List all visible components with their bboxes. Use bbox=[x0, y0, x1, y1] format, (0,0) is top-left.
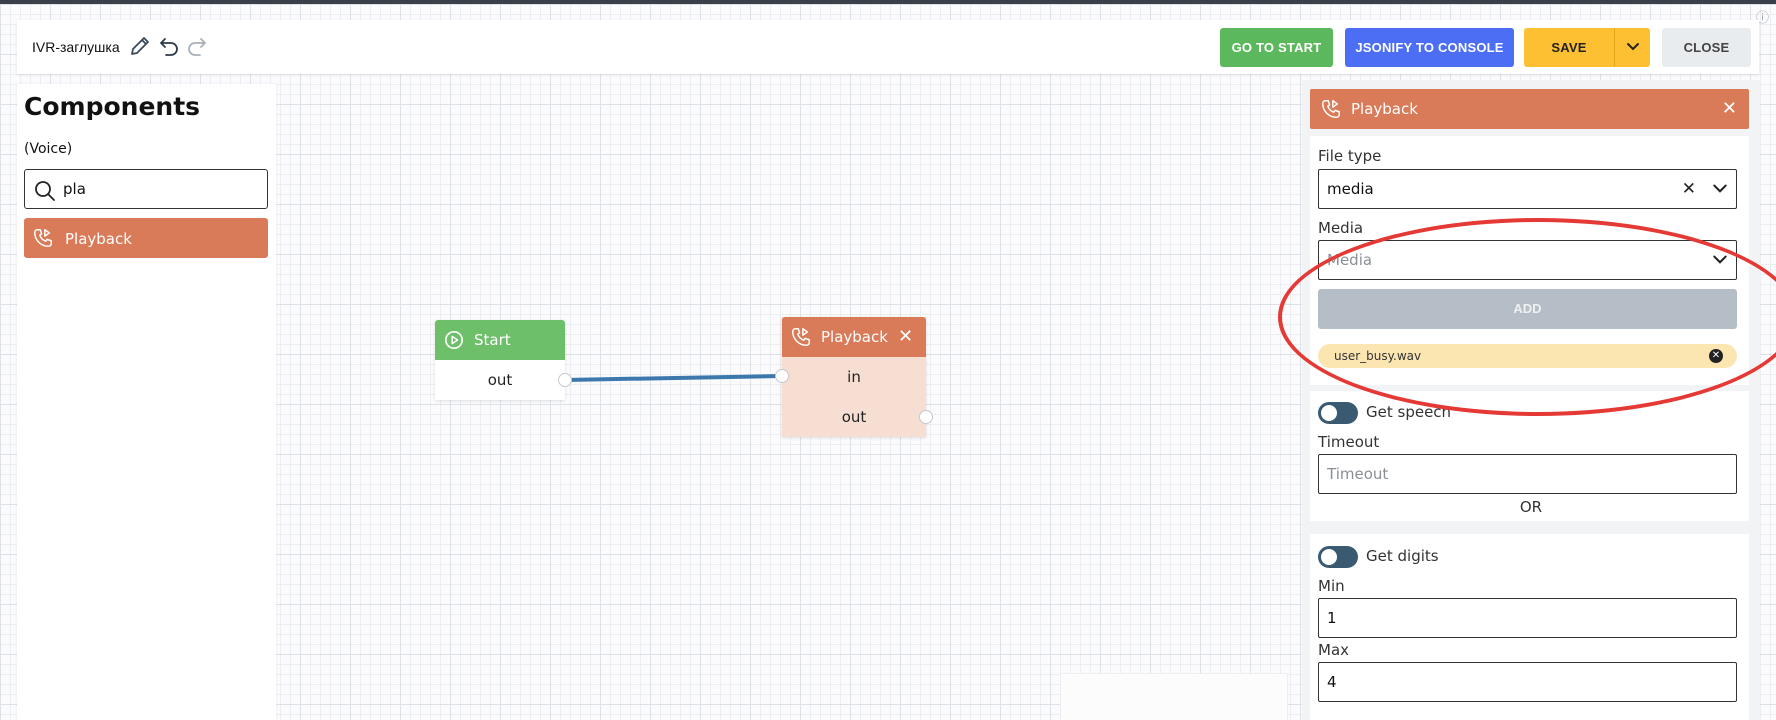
component-item-playback[interactable]: Playback bbox=[24, 218, 268, 258]
save-options-button[interactable] bbox=[1614, 28, 1650, 67]
properties-header: Playback ✕ bbox=[1310, 89, 1749, 129]
media-select[interactable]: Media bbox=[1318, 240, 1737, 280]
start-node[interactable]: Start out bbox=[435, 320, 572, 400]
min-input[interactable]: 1 bbox=[1318, 598, 1737, 638]
close-icon[interactable]: ✕ bbox=[898, 326, 913, 347]
start-node-header[interactable]: Start bbox=[435, 320, 565, 360]
timeout-placeholder: Timeout bbox=[1327, 465, 1389, 483]
get-digits-label: Get digits bbox=[1366, 547, 1439, 565]
chevron-down-icon[interactable] bbox=[1712, 181, 1728, 197]
save-button[interactable]: SAVE bbox=[1524, 28, 1614, 67]
clear-icon[interactable]: ✕ bbox=[1682, 179, 1696, 199]
max-value: 4 bbox=[1327, 673, 1337, 691]
max-label: Max bbox=[1318, 641, 1350, 659]
minimap bbox=[1060, 673, 1288, 720]
or-separator: OR bbox=[1519, 498, 1543, 516]
go-to-start-button[interactable]: GO TO START bbox=[1220, 28, 1333, 67]
min-value: 1 bbox=[1327, 609, 1337, 627]
max-input[interactable]: 4 bbox=[1318, 662, 1737, 702]
start-out-port-handle[interactable] bbox=[558, 373, 572, 387]
file-settings-card: File type media ✕ Media Media ADD user_b… bbox=[1310, 136, 1749, 385]
playback-out-port-handle[interactable] bbox=[919, 410, 933, 424]
scheme-name: IVR-заглушка bbox=[32, 39, 120, 55]
media-placeholder: Media bbox=[1327, 251, 1373, 269]
get-speech-label: Get speech bbox=[1366, 403, 1452, 421]
components-panel: Components (Voice) Playback bbox=[17, 84, 276, 720]
close-icon[interactable]: ✕ bbox=[1722, 100, 1737, 118]
timeout-label: Timeout bbox=[1318, 433, 1380, 451]
get-digits-toggle[interactable] bbox=[1318, 546, 1358, 568]
components-title: Components bbox=[24, 92, 201, 121]
file-type-value: media bbox=[1327, 180, 1374, 198]
undo-icon[interactable] bbox=[157, 34, 181, 58]
media-label: Media bbox=[1318, 219, 1364, 237]
play-circle-icon bbox=[445, 331, 463, 349]
chevron-down-icon[interactable] bbox=[1712, 252, 1728, 268]
phone-playback-icon bbox=[792, 328, 810, 346]
start-node-title: Start bbox=[474, 331, 511, 349]
playback-port-in: in bbox=[847, 368, 861, 386]
toolbar: IVR-заглушка GO TO START JSONIFY TO CONS… bbox=[17, 20, 1759, 74]
playback-in-port-handle[interactable] bbox=[775, 369, 789, 383]
file-chip: user_busy.wav ✕ bbox=[1318, 344, 1737, 368]
digits-card: Get digits Min 1 Max 4 bbox=[1310, 534, 1749, 720]
playback-port-out: out bbox=[841, 408, 867, 426]
min-label: Min bbox=[1318, 577, 1345, 595]
timeout-input[interactable]: Timeout bbox=[1318, 454, 1737, 494]
file-chip-label: user_busy.wav bbox=[1334, 349, 1422, 363]
chevron-down-icon bbox=[1626, 43, 1639, 51]
component-search-input[interactable] bbox=[63, 179, 253, 199]
remove-icon[interactable]: ✕ bbox=[1709, 349, 1723, 363]
playback-node-title: Playback bbox=[821, 328, 888, 346]
component-search[interactable] bbox=[24, 169, 268, 209]
playback-node[interactable]: Playback ✕ in out bbox=[775, 317, 933, 437]
file-type-label: File type bbox=[1318, 147, 1382, 165]
start-port-out: out bbox=[487, 371, 513, 389]
phone-playback-icon bbox=[1322, 100, 1340, 118]
search-icon bbox=[35, 181, 55, 201]
redo-icon[interactable] bbox=[185, 34, 209, 58]
get-speech-toggle[interactable] bbox=[1318, 402, 1358, 424]
phone-playback-icon bbox=[34, 229, 52, 247]
properties-title: Playback bbox=[1351, 100, 1418, 118]
pencil-icon[interactable] bbox=[128, 34, 152, 58]
playback-node-header[interactable]: Playback ✕ bbox=[782, 317, 926, 357]
components-category: (Voice) bbox=[24, 141, 73, 157]
properties-panel: Playback ✕ File type media ✕ Media Media… bbox=[1302, 80, 1760, 720]
component-item-label: Playback bbox=[65, 230, 132, 248]
jsonify-to-console-button[interactable]: JSONIFY TO CONSOLE bbox=[1345, 28, 1514, 67]
close-button[interactable]: CLOSE bbox=[1662, 28, 1751, 67]
add-button[interactable]: ADD bbox=[1318, 289, 1737, 329]
file-type-select[interactable]: media ✕ bbox=[1318, 169, 1737, 209]
